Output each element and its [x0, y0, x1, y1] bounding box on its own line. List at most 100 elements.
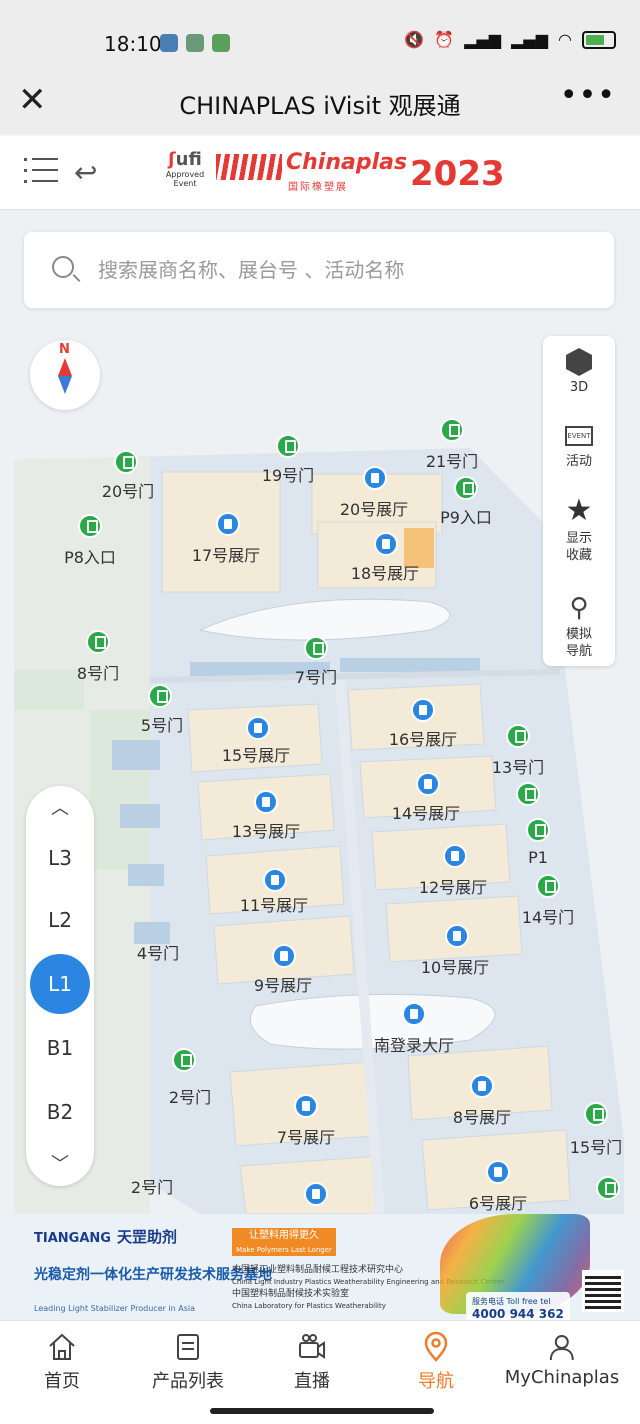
gate-label[interactable]: P1: [528, 848, 548, 867]
nav-mychinaplas[interactable]: MyChinaplas: [505, 1331, 619, 1388]
gate-pin-icon[interactable]: [536, 874, 560, 898]
gate-pin-icon[interactable]: [596, 1176, 620, 1200]
chevron-down-icon[interactable]: ﹀: [26, 1150, 94, 1176]
gate-pin-icon[interactable]: [454, 476, 478, 500]
hall-label[interactable]: 8号展厅: [453, 1104, 511, 1128]
hall-label[interactable]: 12号展厅: [419, 874, 487, 898]
hall-pin-icon[interactable]: [374, 532, 398, 556]
compass-icon[interactable]: N: [30, 340, 100, 410]
hall-pin-icon[interactable]: [216, 512, 240, 536]
gate-pin-icon[interactable]: [440, 418, 464, 442]
hall-label[interactable]: 南登录大厅: [374, 1032, 454, 1056]
hall-pin-icon[interactable]: [443, 844, 467, 868]
gate-label[interactable]: 15号门: [570, 1134, 622, 1158]
hall-pin-icon[interactable]: [486, 1160, 510, 1184]
live-camera-icon: [299, 1334, 325, 1359]
hall-label[interactable]: 10号展厅: [421, 954, 489, 978]
status-indicators: 🔇 ⏰ ▂▄▆ ▂▄▆ ◠: [404, 30, 616, 49]
hall-label[interactable]: 15号展厅: [222, 742, 290, 766]
hall-label[interactable]: 7号展厅: [277, 1124, 335, 1148]
brand-name: Chinaplas: [286, 150, 408, 175]
ad-phone: 服务电话 Toll free tel 4000 944 362: [466, 1292, 570, 1320]
gate-pin-icon[interactable]: [114, 450, 138, 474]
hall-pin-icon[interactable]: [272, 944, 296, 968]
gate-pin-icon[interactable]: [304, 636, 328, 660]
gate-pin-icon[interactable]: [86, 630, 110, 654]
hall-pin-icon[interactable]: [416, 772, 440, 796]
app-header: ↩ ʃufi Approved Event Chinaplas 国际橡塑展 20…: [0, 136, 640, 210]
gate-label[interactable]: 2号门: [131, 1174, 173, 1198]
gate-pin-icon[interactable]: [506, 724, 530, 748]
back-icon[interactable]: ↩: [74, 156, 97, 189]
menu-icon[interactable]: [24, 158, 58, 186]
floor-option[interactable]: B2: [30, 1082, 90, 1142]
gate-label[interactable]: 20号门: [102, 478, 154, 502]
more-options-icon[interactable]: •••: [560, 78, 616, 113]
gate-label[interactable]: 5号门: [141, 712, 183, 736]
floor-option-active[interactable]: L1: [30, 954, 90, 1014]
gate-label[interactable]: 7号门: [295, 664, 337, 688]
search-input[interactable]: [98, 248, 588, 292]
user-icon: [550, 1335, 574, 1361]
hall-pin-icon[interactable]: [402, 1002, 426, 1026]
tool-3d-button[interactable]: 3D: [543, 348, 615, 395]
nav-navigation[interactable]: 导航: [418, 1331, 454, 1393]
gate-pin-icon[interactable]: [78, 514, 102, 538]
search-bar[interactable]: [24, 232, 614, 308]
gate-pin-icon[interactable]: [526, 818, 550, 842]
star-icon: ★: [565, 493, 593, 528]
hall-label[interactable]: 14号展厅: [392, 800, 460, 824]
gate-pin-icon[interactable]: [172, 1048, 196, 1072]
gate-label[interactable]: 2号门: [169, 1084, 211, 1108]
hall-pin-icon[interactable]: [263, 868, 287, 892]
floor-option[interactable]: L2: [30, 890, 90, 950]
gate-pin-icon[interactable]: [584, 1102, 608, 1126]
gate-pin-icon[interactable]: [148, 684, 172, 708]
hall-pin-icon[interactable]: [304, 1182, 328, 1206]
hall-pin-icon[interactable]: [363, 466, 387, 490]
hall-label[interactable]: 18号展厅: [351, 560, 419, 584]
floor-option[interactable]: B1: [30, 1018, 90, 1078]
nav-product-list[interactable]: 产品列表: [152, 1331, 224, 1393]
app-notification-icon: [186, 34, 204, 52]
gate-label[interactable]: 8号门: [77, 660, 119, 684]
gate-label[interactable]: 4号门: [137, 940, 179, 964]
hall-label[interactable]: 13号展厅: [232, 818, 300, 842]
signal-icon: ▂▄▆: [511, 30, 549, 49]
gate-label[interactable]: 13号门: [492, 754, 544, 778]
tool-favorites-button[interactable]: ★ 显示 收藏: [543, 496, 615, 564]
tiangang-logo: TIANGANG 天罡助剂: [34, 1228, 177, 1246]
hall-label[interactable]: 20号展厅: [340, 496, 408, 520]
hall-label[interactable]: 9号展厅: [254, 972, 312, 996]
ad-tagline-en: Leading Light Stabilizer Producer in Asi…: [34, 1304, 196, 1313]
nav-live[interactable]: 直播: [294, 1331, 330, 1393]
gate-label[interactable]: 21号门: [426, 448, 478, 472]
gate-label[interactable]: 14号门: [522, 904, 574, 928]
gate-pin-icon[interactable]: [276, 434, 300, 458]
hall-pin-icon[interactable]: [445, 924, 469, 948]
hall-pin-icon[interactable]: [246, 716, 270, 740]
mute-icon: 🔇: [404, 30, 425, 49]
ad-banner[interactable]: TIANGANG 天罡助剂 光稳定剂一体化生产研发技术服务基地 Leading L…: [0, 1214, 640, 1320]
chevron-up-icon[interactable]: ︿: [26, 794, 94, 820]
hall-label[interactable]: 16号展厅: [389, 726, 457, 750]
tool-simulate-nav-button[interactable]: ⚲ 模拟 导航: [543, 594, 615, 660]
gate-label[interactable]: 19号门: [262, 462, 314, 486]
signal-icon: ▂▄▆: [464, 30, 502, 49]
floor-option[interactable]: L3: [30, 828, 90, 888]
gate-label[interactable]: P8入口: [64, 544, 116, 568]
hall-label[interactable]: 11号展厅: [240, 892, 308, 916]
hall-pin-icon[interactable]: [411, 698, 435, 722]
hall-pin-icon[interactable]: [470, 1074, 494, 1098]
nav-home[interactable]: 首页: [44, 1331, 80, 1393]
compass-north-label: N: [59, 342, 70, 357]
hall-pin-icon[interactable]: [254, 790, 278, 814]
hall-label[interactable]: 6号展厅: [469, 1190, 527, 1214]
hall-pin-icon[interactable]: [294, 1094, 318, 1118]
cube-icon: [566, 348, 592, 376]
hall-label[interactable]: 17号展厅: [192, 542, 260, 566]
gate-label[interactable]: P9入口: [440, 504, 492, 528]
chinaplas-mark-icon: [216, 154, 282, 180]
tool-event-button[interactable]: EVENT 活动: [543, 426, 615, 469]
gate-pin-icon[interactable]: [516, 782, 540, 806]
